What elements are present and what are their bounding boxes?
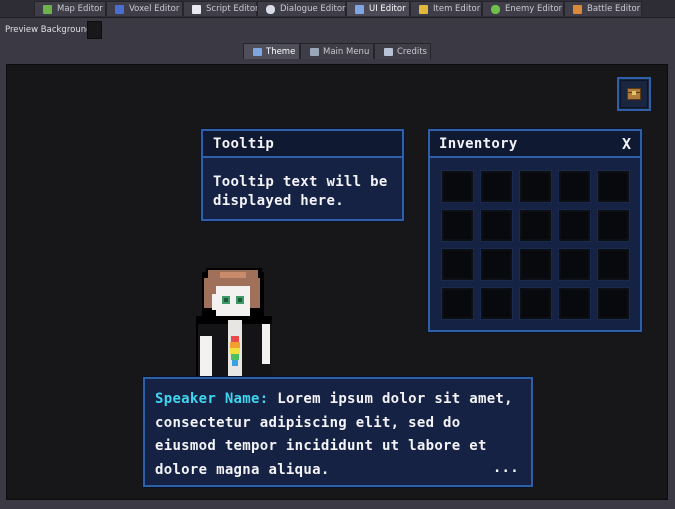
theme-icon (253, 47, 262, 56)
enemy-icon (491, 5, 500, 14)
inventory-slot[interactable] (597, 170, 630, 203)
tooltip-title: Tooltip (213, 136, 275, 152)
preview-background-label: Preview Background: (5, 25, 95, 35)
voxel-icon (115, 5, 124, 14)
inventory-slot[interactable] (558, 287, 591, 320)
continue-indicator[interactable]: ... (493, 460, 519, 476)
editor-tab-bar: Map Editor Voxel Editor Script Editor Di… (0, 0, 675, 18)
inventory-slot[interactable] (441, 248, 474, 281)
inventory-toggle-button[interactable] (617, 77, 651, 111)
tab-label: Enemy Editor (505, 4, 563, 14)
dialogue-text: Speaker Name: Lorem ipsum dolor sit amet… (155, 388, 527, 482)
ui-window-icon (355, 5, 364, 14)
tab-dialogue-editor[interactable]: Dialogue Editor (257, 1, 346, 16)
inventory-slot[interactable] (597, 209, 630, 242)
tab-label: Credits (397, 47, 427, 57)
speech-bubble-icon (266, 5, 275, 14)
inventory-slot[interactable] (558, 248, 591, 281)
inventory-slot[interactable] (441, 287, 474, 320)
tab-map-editor[interactable]: Map Editor (34, 1, 106, 16)
inventory-slot[interactable] (480, 209, 513, 242)
tab-label: UI Editor (369, 4, 406, 14)
inventory-slot[interactable] (441, 209, 474, 242)
speaker-name: Speaker Name: (155, 391, 269, 407)
inventory-slot[interactable] (597, 248, 630, 281)
credits-icon (384, 47, 393, 56)
inventory-slot[interactable] (480, 248, 513, 281)
key-icon (419, 5, 428, 14)
chest-icon (627, 88, 641, 100)
tab-label: Battle Editor (587, 4, 641, 14)
inventory-title: Inventory (439, 136, 518, 152)
tooltip-body: Tooltip text will be displayed here. (213, 174, 388, 209)
inventory-slot[interactable] (519, 170, 552, 203)
map-icon (43, 5, 52, 14)
inventory-slot[interactable] (519, 248, 552, 281)
inventory-slot[interactable] (558, 209, 591, 242)
tab-label: Script Editor (206, 4, 259, 14)
tab-theme[interactable]: Theme (243, 43, 300, 59)
tab-label: Voxel Editor (129, 4, 180, 14)
inventory-slot[interactable] (519, 209, 552, 242)
inventory-slot[interactable] (480, 170, 513, 203)
main-menu-icon (310, 47, 319, 56)
tab-enemy-editor[interactable]: Enemy Editor (482, 1, 564, 16)
battle-icon (573, 5, 582, 14)
script-icon (192, 5, 201, 14)
tab-credits[interactable]: Credits (374, 43, 431, 59)
tab-voxel-editor[interactable]: Voxel Editor (106, 1, 183, 16)
tab-script-editor[interactable]: Script Editor (183, 1, 259, 16)
tab-label: Dialogue Editor (280, 4, 346, 14)
inventory-close-button[interactable]: X (622, 135, 631, 153)
inventory-slot[interactable] (480, 287, 513, 320)
tab-item-editor[interactable]: Item Editor (410, 1, 482, 16)
inventory-slot[interactable] (558, 170, 591, 203)
dialogue-box: Speaker Name: Lorem ipsum dolor sit amet… (143, 377, 533, 487)
inventory-slot[interactable] (519, 287, 552, 320)
tab-label: Main Menu (323, 47, 370, 57)
tab-main-menu[interactable]: Main Menu (300, 43, 374, 59)
preview-background-color-picker[interactable] (87, 21, 102, 39)
inventory-panel: Inventory X (428, 129, 642, 332)
tab-label: Item Editor (433, 4, 481, 14)
tab-ui-editor[interactable]: UI Editor (346, 1, 410, 16)
tab-label: Map Editor (57, 4, 103, 14)
inventory-slot[interactable] (597, 287, 630, 320)
tooltip-panel: Tooltip Tooltip text will be displayed h… (201, 129, 404, 221)
inventory-slot[interactable] (441, 170, 474, 203)
tab-battle-editor[interactable]: Battle Editor (564, 1, 642, 16)
tab-label: Theme (266, 47, 296, 57)
character-portrait (196, 268, 272, 382)
